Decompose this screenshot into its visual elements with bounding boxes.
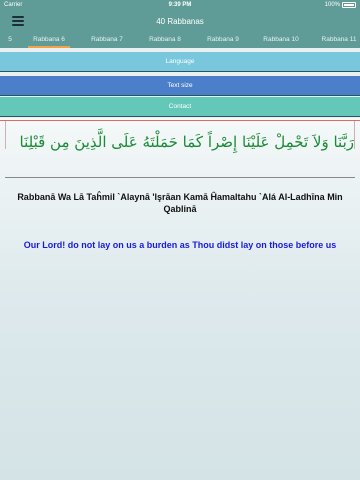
battery-indicator: 100%: [325, 2, 356, 8]
tab-rabbana-6[interactable]: Rabbana 6: [20, 32, 78, 48]
text-size-button[interactable]: Text size: [0, 76, 360, 96]
arabic-verse: رَبَّنَا وَلاَ تَحْمِلْ عَلَيْنَا إِصْرا…: [19, 133, 354, 151]
page-title: 40 Rabbanas: [156, 17, 204, 26]
verse-divider: [5, 177, 355, 178]
tab-rabbana-5[interactable]: 5: [0, 32, 20, 48]
tab-rabbana-11[interactable]: Rabbana 11: [310, 32, 360, 48]
tab-rabbana-9[interactable]: Rabbana 9: [194, 32, 252, 48]
tab-bar: 5 Rabbana 6 Rabbana 7 Rabbana 8 Rabbana …: [0, 32, 360, 48]
language-button[interactable]: Language: [0, 52, 360, 72]
status-time: 9:39 PM: [168, 2, 192, 8]
contact-button[interactable]: Contact: [0, 97, 360, 117]
battery-icon: [342, 2, 356, 8]
transliteration-text: Rabbanā Wa Lā Taĥmil `Alaynā 'Işrāan Kam…: [17, 192, 343, 214]
tab-rabbana-10[interactable]: Rabbana 10: [252, 32, 310, 48]
tab-rabbana-7[interactable]: Rabbana 7: [78, 32, 136, 48]
content-background: [0, 118, 360, 480]
status-bar: Carrier 9:39 PM 100%: [0, 0, 360, 11]
translation-text: Our Lord! do not lay on us a burden as T…: [23, 240, 337, 250]
navigation-bar: 40 Rabbanas: [0, 11, 360, 32]
battery-percent: 100%: [324, 2, 340, 8]
tab-rabbana-8[interactable]: Rabbana 8: [136, 32, 194, 48]
